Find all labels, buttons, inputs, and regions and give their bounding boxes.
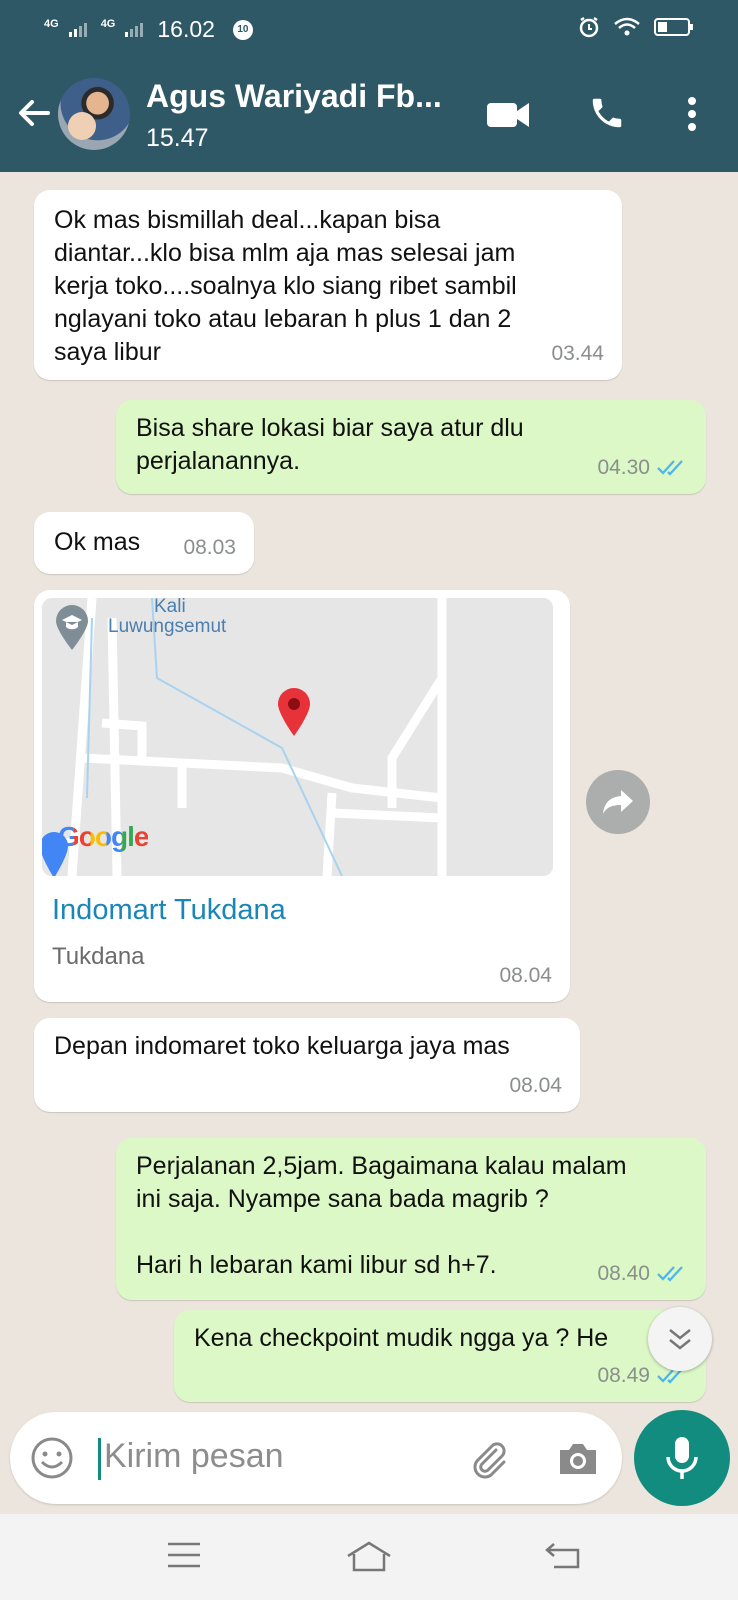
text-cursor <box>98 1438 101 1480</box>
location-subtitle: Tukdana <box>52 943 145 970</box>
message-text: Perjalanan 2,5jam. Bagaimana kalau malam… <box>136 1152 627 1279</box>
read-receipt-icon <box>657 459 683 476</box>
map-preview[interactable]: Kali Luwungsemut Google <box>42 598 553 876</box>
notification-badge: 10 <box>232 19 253 40</box>
scroll-down-button[interactable] <box>648 1307 712 1371</box>
map-label-river: Luwungsemut <box>108 616 227 637</box>
avatar[interactable] <box>58 78 130 150</box>
network-type-2: 4G <box>100 17 116 30</box>
contact-name[interactable]: Agus Wariyadi Fb... <box>146 78 442 115</box>
signal-icon <box>68 22 87 37</box>
status-left: 4G 4G 16.02 10 <box>44 16 253 43</box>
phone-icon[interactable] <box>588 94 626 132</box>
message-text: Ok mas bismillah deal...kapan bisa diant… <box>54 206 517 366</box>
clock: 16.02 <box>157 16 215 42</box>
battery-icon <box>654 18 693 36</box>
message-input[interactable]: Kirim pesan <box>104 1437 284 1476</box>
school-pin-icon <box>56 605 88 650</box>
message-incoming[interactable]: Depan indomaret toko keluarga jaya mas 0… <box>34 1018 580 1112</box>
emoji-icon[interactable] <box>30 1436 74 1480</box>
chat-header: Agus Wariyadi Fb... 15.47 <box>0 58 738 172</box>
message-time: 04.30 <box>597 451 688 484</box>
mic-button[interactable] <box>634 1410 730 1506</box>
back-arrow-icon[interactable] <box>14 93 54 133</box>
message-time: 08.04 <box>509 1074 562 1097</box>
message-outgoing[interactable]: Bisa share lokasi biar saya atur dlu per… <box>116 400 706 494</box>
status-right <box>578 16 694 38</box>
message-text: Bisa share lokasi biar saya atur dlu per… <box>136 414 524 475</box>
video-call-icon[interactable] <box>486 100 530 130</box>
alarm-icon <box>579 16 599 38</box>
forward-button[interactable] <box>586 770 650 834</box>
wifi-icon <box>614 17 640 36</box>
message-outgoing[interactable]: Perjalanan 2,5jam. Bagaimana kalau malam… <box>116 1138 706 1300</box>
message-incoming[interactable]: Ok mas 08.03 <box>34 512 254 574</box>
scroll-down-icon <box>669 1329 691 1350</box>
network-type-1: 4G <box>44 17 59 30</box>
message-text: Kena checkpoint mudik ngga ya ? He <box>194 1324 609 1352</box>
home-nav-icon[interactable] <box>346 1540 392 1572</box>
message-text: Ok mas <box>54 528 141 556</box>
message-incoming[interactable]: Ok mas bismillah deal...kapan bisa diant… <box>34 190 622 380</box>
signal-icon-2 <box>125 22 144 37</box>
message-time: 03.44 <box>551 342 604 365</box>
back-nav-icon[interactable] <box>544 1540 582 1570</box>
message-time: 08.04 <box>499 964 552 987</box>
message-text: Depan indomaret toko keluarga jaya mas <box>54 1032 510 1060</box>
location-message[interactable]: Kali Luwungsemut Google Indomart Tukdana… <box>34 590 570 1002</box>
more-options-icon[interactable] <box>686 96 698 132</box>
menu-nav-icon[interactable] <box>166 1540 202 1570</box>
mic-icon <box>666 1437 698 1479</box>
camera-icon[interactable] <box>556 1436 600 1480</box>
message-time: 08.03 <box>183 536 236 559</box>
message-composer[interactable]: Kirim pesan <box>10 1412 622 1504</box>
chat-area: Ok mas bismillah deal...kapan bisa diant… <box>0 172 738 1412</box>
google-logo: Google <box>58 821 149 852</box>
message-time: 08.40 <box>597 1257 688 1290</box>
forward-icon <box>603 790 633 814</box>
message-outgoing[interactable]: Kena checkpoint mudik ngga ya ? He 08.49 <box>174 1310 706 1402</box>
last-seen: 15.47 <box>146 124 209 152</box>
attach-icon[interactable] <box>466 1436 510 1480</box>
status-bar: 4G 4G 16.02 10 <box>0 0 738 58</box>
read-receipt-icon <box>657 1265 683 1282</box>
location-pin-icon <box>278 688 310 736</box>
location-title[interactable]: Indomart Tukdana <box>52 894 286 927</box>
system-navigation-bar <box>0 1514 738 1600</box>
